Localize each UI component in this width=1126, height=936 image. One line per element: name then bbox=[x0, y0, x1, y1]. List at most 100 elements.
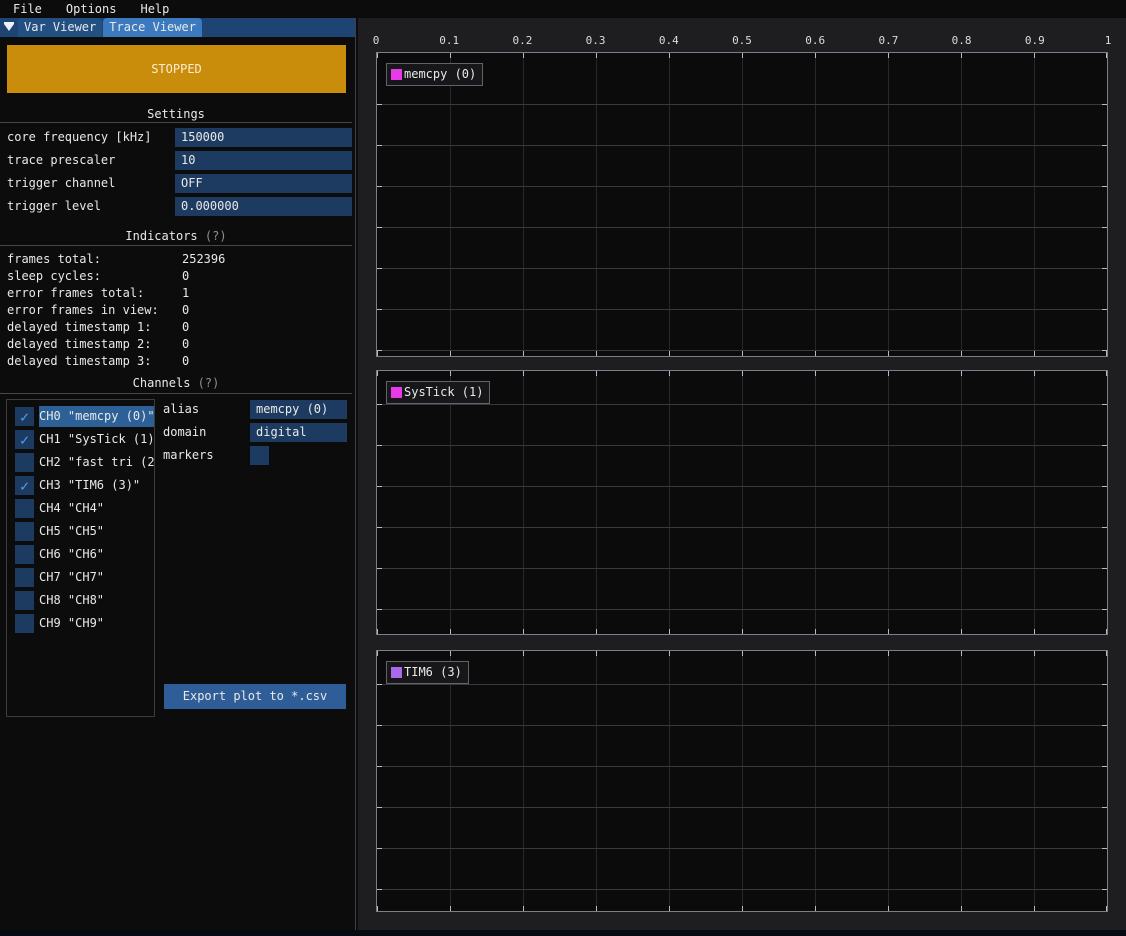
export-csv-button[interactable]: Export plot to *.csv bbox=[164, 684, 346, 709]
channel-checkbox[interactable] bbox=[15, 522, 34, 541]
channel-checkbox[interactable] bbox=[15, 499, 34, 518]
indicator-value: 252396 bbox=[182, 251, 225, 268]
plot-memcpy[interactable]: memcpy (0) bbox=[376, 52, 1108, 357]
tab-trace-viewer[interactable]: Trace Viewer bbox=[103, 18, 202, 37]
series-swatch-icon bbox=[391, 667, 402, 678]
plot-tim6[interactable]: TIM6 (3) bbox=[376, 650, 1108, 912]
indicator-value: 0 bbox=[182, 353, 189, 370]
channel-label[interactable]: CH8 "CH8" bbox=[39, 590, 154, 611]
alias-label: alias bbox=[163, 400, 199, 419]
plot-systick[interactable]: SysTick (1) bbox=[376, 370, 1108, 635]
tab-var-viewer[interactable]: Var Viewer bbox=[18, 18, 102, 37]
channel-checkbox[interactable]: ✓ bbox=[15, 407, 34, 426]
panel-divider[interactable] bbox=[355, 18, 356, 930]
settings-title: Settings bbox=[0, 107, 352, 121]
x-tick-label: 0.1 bbox=[439, 33, 459, 49]
legend-label: TIM6 (3) bbox=[404, 666, 462, 679]
trace-plots-panel: 0 0.1 0.2 0.3 0.4 0.5 0.6 0.7 0.8 0.9 1 … bbox=[358, 18, 1126, 930]
channel-label[interactable]: CH5 "CH5" bbox=[39, 521, 154, 542]
core-frequency-input[interactable]: 150000 bbox=[175, 128, 352, 147]
series-swatch-icon bbox=[391, 387, 402, 398]
channel-row-ch0[interactable]: ✓ CH0 "memcpy (0)" bbox=[7, 405, 154, 428]
window-menu-button[interactable] bbox=[0, 18, 18, 37]
checkmark-icon: ✓ bbox=[20, 477, 29, 495]
channel-checkbox[interactable] bbox=[15, 591, 34, 610]
menu-bar: File Options Help bbox=[0, 0, 1126, 18]
menu-options[interactable]: Options bbox=[63, 0, 120, 18]
indicator-label: sleep cycles: bbox=[7, 268, 101, 285]
channel-row-ch9[interactable]: CH9 "CH9" bbox=[7, 612, 154, 635]
acquisition-state-button[interactable]: STOPPED bbox=[7, 45, 346, 93]
legend-label: memcpy (0) bbox=[404, 68, 476, 81]
indicator-value: 0 bbox=[182, 319, 189, 336]
trace-prescaler-input[interactable]: 10 bbox=[175, 151, 352, 170]
channels-help-icon[interactable]: (?) bbox=[198, 376, 220, 390]
channel-checkbox[interactable] bbox=[15, 614, 34, 633]
channel-checkbox[interactable]: ✓ bbox=[15, 430, 34, 449]
channel-label[interactable]: CH9 "CH9" bbox=[39, 613, 154, 634]
channel-checkbox[interactable] bbox=[15, 568, 34, 587]
x-tick-label: 0.4 bbox=[659, 33, 679, 49]
indicator-label: error frames in view: bbox=[7, 302, 159, 319]
trigger-channel-select[interactable]: OFF bbox=[175, 174, 352, 193]
channel-checkbox[interactable]: ✓ bbox=[15, 476, 34, 495]
channel-row-ch8[interactable]: CH8 "CH8" bbox=[7, 589, 154, 612]
x-tick-label: 0.2 bbox=[512, 33, 532, 49]
channel-row-ch2[interactable]: CH2 "fast tri (2)" bbox=[7, 451, 154, 474]
channel-row-ch1[interactable]: ✓ CH1 "SysTick (1)" bbox=[7, 428, 154, 451]
x-tick-label: 0.7 bbox=[878, 33, 898, 49]
channel-checkbox[interactable] bbox=[15, 453, 34, 472]
x-tick-label: 0 bbox=[373, 33, 380, 49]
channel-label[interactable]: CH6 "CH6" bbox=[39, 544, 154, 565]
x-tick-label: 0.5 bbox=[732, 33, 752, 49]
markers-checkbox[interactable] bbox=[250, 446, 269, 465]
domain-select[interactable]: digital bbox=[250, 423, 347, 442]
channels-title: Channels (?) bbox=[0, 376, 352, 390]
x-tick-label: 1 bbox=[1105, 33, 1112, 49]
tab-bar: Var Viewer Trace Viewer bbox=[0, 18, 356, 37]
channel-row-ch6[interactable]: CH6 "CH6" bbox=[7, 543, 154, 566]
indicators-help-icon[interactable]: (?) bbox=[205, 229, 227, 243]
legend-tim6[interactable]: TIM6 (3) bbox=[386, 661, 469, 684]
indicator-label: error frames total: bbox=[7, 285, 144, 302]
plot-canvas[interactable] bbox=[377, 651, 1107, 911]
indicators-title-text: Indicators bbox=[125, 229, 197, 243]
channel-row-ch5[interactable]: CH5 "CH5" bbox=[7, 520, 154, 543]
x-tick-label: 0.9 bbox=[1025, 33, 1045, 49]
channel-label[interactable]: CH3 "TIM6 (3)" bbox=[39, 475, 154, 496]
channel-list: ✓ CH0 "memcpy (0)" ✓ CH1 "SysTick (1)" C… bbox=[6, 399, 155, 717]
trigger-level-input[interactable]: 0.000000 bbox=[175, 197, 352, 216]
alias-input[interactable]: memcpy (0) bbox=[250, 400, 347, 419]
plot-canvas[interactable] bbox=[377, 53, 1107, 356]
channel-row-ch7[interactable]: CH7 "CH7" bbox=[7, 566, 154, 589]
channel-label[interactable]: CH7 "CH7" bbox=[39, 567, 154, 588]
legend-memcpy[interactable]: memcpy (0) bbox=[386, 63, 483, 86]
indicator-label: frames total: bbox=[7, 251, 101, 268]
channel-label[interactable]: CH4 "CH4" bbox=[39, 498, 154, 519]
app-window: File Options Help Var Viewer Trace Viewe… bbox=[0, 0, 1126, 936]
menu-help[interactable]: Help bbox=[137, 0, 172, 18]
menu-file[interactable]: File bbox=[10, 0, 45, 18]
trigger-channel-label: trigger channel bbox=[7, 174, 115, 193]
channel-label[interactable]: CH1 "SysTick (1)" bbox=[39, 429, 154, 450]
channel-label[interactable]: CH0 "memcpy (0)" bbox=[39, 406, 154, 427]
indicator-value: 0 bbox=[182, 268, 189, 285]
channel-row-ch4[interactable]: CH4 "CH4" bbox=[7, 497, 154, 520]
trigger-level-label: trigger level bbox=[7, 197, 101, 216]
trace-prescaler-label: trace prescaler bbox=[7, 151, 115, 170]
channel-row-ch3[interactable]: ✓ CH3 "TIM6 (3)" bbox=[7, 474, 154, 497]
legend-systick[interactable]: SysTick (1) bbox=[386, 381, 490, 404]
x-axis: 0 0.1 0.2 0.3 0.4 0.5 0.6 0.7 0.8 0.9 1 bbox=[376, 33, 1108, 49]
separator bbox=[0, 393, 352, 394]
indicator-value: 0 bbox=[182, 336, 189, 353]
series-swatch-icon bbox=[391, 69, 402, 80]
channel-checkbox[interactable] bbox=[15, 545, 34, 564]
markers-label: markers bbox=[163, 446, 214, 465]
indicator-value: 0 bbox=[182, 302, 189, 319]
x-tick-label: 0.3 bbox=[586, 33, 606, 49]
checkmark-icon: ✓ bbox=[20, 431, 29, 449]
core-frequency-label: core frequency [kHz] bbox=[7, 128, 152, 147]
separator bbox=[0, 122, 352, 123]
plot-canvas[interactable] bbox=[377, 371, 1107, 634]
channel-label[interactable]: CH2 "fast tri (2)" bbox=[39, 452, 154, 473]
